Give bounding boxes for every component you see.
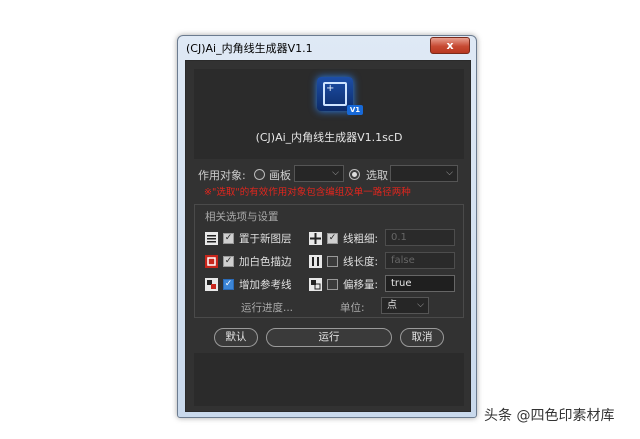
app-subtitle: (CJ)Ai_内角线生成器V1.1scD	[255, 131, 403, 144]
footer-area	[194, 353, 464, 406]
line-weight-checkbox[interactable]: ✓	[327, 233, 338, 244]
line-weight-icon	[309, 232, 322, 245]
app-logo-icon: + V1	[317, 77, 363, 115]
group-title: 相关选项与设置	[205, 211, 279, 223]
offset-icon	[309, 278, 322, 291]
guides-label: 增加参考线	[239, 279, 292, 291]
chevron-down-icon: ⌵	[332, 168, 339, 178]
layers-icon	[205, 232, 218, 245]
selection-select[interactable]: ⌵	[390, 165, 458, 182]
new-layer-label: 置于新图层	[239, 233, 292, 245]
options-group: 相关选项与设置 ✓ 置于新图层 ✓ 加白色描边 ✓ 增加参考线 ✓ 线粗细: 0…	[194, 204, 464, 318]
logo-badge: V1	[347, 105, 363, 115]
header-banner: + V1 (CJ)Ai_内角线生成器V1.1scD	[194, 69, 464, 159]
offset-input[interactable]: true	[385, 275, 455, 292]
selection-label: 选取	[366, 169, 388, 182]
line-length-icon	[309, 255, 322, 268]
run-button[interactable]: 运行	[266, 328, 392, 347]
artboard-select[interactable]: ⌵	[294, 165, 344, 182]
guides-checkbox[interactable]: ✓	[223, 279, 234, 290]
offset-label: 偏移量:	[343, 279, 379, 291]
line-weight-label: 线粗细:	[343, 233, 379, 245]
white-stroke-checkbox[interactable]: ✓	[223, 256, 234, 267]
chevron-down-icon: ⌵	[417, 300, 424, 310]
line-length-input[interactable]: false	[385, 252, 455, 269]
default-button[interactable]: 默认	[214, 328, 258, 347]
offset-checkbox[interactable]	[327, 279, 338, 290]
white-stroke-icon	[205, 255, 218, 268]
target-label: 作用对象:	[198, 169, 246, 182]
selection-warning: ※"选取"的有效作用对象包含编组及单一路径两种	[204, 187, 411, 198]
line-length-checkbox[interactable]	[327, 256, 338, 267]
line-weight-input[interactable]: 0.1	[385, 229, 455, 246]
window-title: (CJ)Ai_内角线生成器V1.1	[186, 42, 313, 55]
app-window: (CJ)Ai_内角线生成器V1.1 x + V1 (CJ)Ai_内角线生成器V1…	[177, 35, 477, 418]
unit-select[interactable]: 点 ⌵	[381, 297, 429, 314]
new-layer-checkbox[interactable]: ✓	[223, 233, 234, 244]
selection-radio[interactable]	[349, 169, 360, 180]
white-stroke-label: 加白色描边	[239, 256, 292, 268]
chevron-down-icon: ⌵	[446, 168, 453, 178]
cancel-button[interactable]: 取消	[400, 328, 444, 347]
dialog-panel: + V1 (CJ)Ai_内角线生成器V1.1scD 作用对象: 画板 ⌵ 选取 …	[185, 60, 471, 412]
watermark: 头条 @四色印素材库	[484, 408, 615, 424]
progress-label: 运行进度...	[241, 302, 294, 314]
guides-icon	[205, 278, 218, 291]
close-button[interactable]: x	[430, 37, 470, 54]
artboard-radio[interactable]	[254, 169, 265, 180]
artboard-label: 画板	[269, 169, 291, 182]
title-bar[interactable]: (CJ)Ai_内角线生成器V1.1 x	[178, 36, 476, 60]
line-length-label: 线长度:	[343, 256, 379, 268]
unit-label: 单位:	[340, 302, 365, 314]
